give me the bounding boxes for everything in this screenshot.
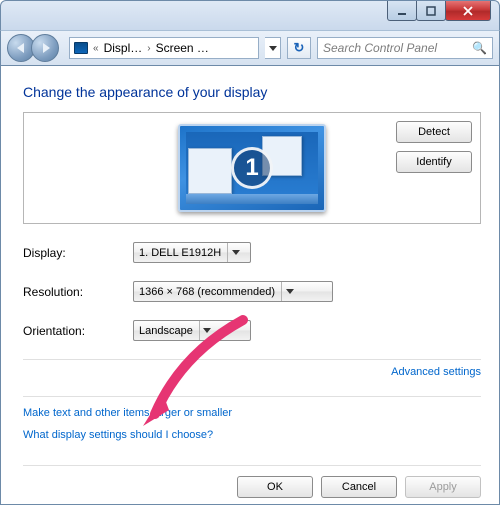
window-titlebar bbox=[0, 0, 500, 30]
orientation-combo-value: Landscape bbox=[139, 325, 193, 337]
chevron-down-icon bbox=[232, 250, 240, 255]
resolution-combo-value: 1366 × 768 (recommended) bbox=[139, 286, 275, 298]
detect-button[interactable]: Detect bbox=[396, 121, 472, 143]
resolution-label: Resolution: bbox=[23, 285, 133, 299]
resolution-combo-dropdown[interactable] bbox=[281, 282, 297, 301]
back-icon bbox=[17, 43, 24, 53]
orientation-label: Orientation: bbox=[23, 324, 133, 338]
control-panel-icon bbox=[74, 42, 88, 54]
monitor-thumbnail[interactable]: 1 bbox=[178, 124, 326, 212]
orientation-combo-dropdown[interactable] bbox=[199, 321, 215, 340]
dialog-button-row: OK Cancel Apply bbox=[23, 465, 481, 498]
breadcrumb-sep: « bbox=[92, 43, 100, 54]
advanced-settings-link[interactable]: Advanced settings bbox=[23, 366, 481, 378]
close-button[interactable] bbox=[445, 1, 491, 21]
maximize-icon bbox=[426, 6, 436, 16]
chevron-down-icon bbox=[286, 289, 294, 294]
divider bbox=[23, 359, 481, 360]
ok-button[interactable]: OK bbox=[237, 476, 313, 498]
display-combo-dropdown[interactable] bbox=[227, 243, 243, 262]
chevron-down-icon bbox=[203, 328, 211, 333]
refresh-icon: ↻ bbox=[294, 40, 305, 56]
display-combo-value: 1. DELL E1912H bbox=[139, 247, 221, 259]
monitor-number-badge: 1 bbox=[231, 147, 273, 189]
search-placeholder: Search Control Panel bbox=[323, 41, 437, 55]
display-combo[interactable]: 1. DELL E1912H bbox=[133, 242, 251, 263]
breadcrumb-current: Screen … bbox=[156, 41, 209, 55]
forward-button[interactable] bbox=[31, 34, 59, 62]
search-icon: 🔍 bbox=[472, 41, 487, 55]
client-area: Change the appearance of your display 1 … bbox=[0, 66, 500, 505]
minimize-button[interactable] bbox=[387, 1, 417, 21]
forward-icon bbox=[43, 43, 50, 53]
orientation-combo[interactable]: Landscape bbox=[133, 320, 251, 341]
maximize-button[interactable] bbox=[416, 1, 446, 21]
chevron-down-icon bbox=[269, 46, 277, 51]
navigation-bar: « Displ… › Screen … ↻ Search Control Pan… bbox=[0, 30, 500, 66]
text-size-link[interactable]: Make text and other items larger or smal… bbox=[23, 407, 481, 419]
page-title: Change the appearance of your display bbox=[23, 84, 481, 100]
refresh-button[interactable]: ↻ bbox=[287, 37, 311, 59]
cancel-button[interactable]: Cancel bbox=[321, 476, 397, 498]
minimize-icon bbox=[397, 6, 407, 16]
chevron-right-icon: › bbox=[146, 43, 151, 54]
close-icon bbox=[462, 6, 474, 16]
address-dropdown[interactable] bbox=[265, 37, 281, 59]
apply-button: Apply bbox=[405, 476, 481, 498]
search-input[interactable]: Search Control Panel 🔍 bbox=[317, 37, 493, 59]
address-bar[interactable]: « Displ… › Screen … bbox=[69, 37, 259, 59]
nav-arrow-group bbox=[7, 34, 63, 62]
resolution-combo[interactable]: 1366 × 768 (recommended) bbox=[133, 281, 333, 302]
divider bbox=[23, 396, 481, 397]
identify-button[interactable]: Identify bbox=[396, 151, 472, 173]
breadcrumb-parent[interactable]: Displ… bbox=[104, 41, 143, 55]
help-link[interactable]: What display settings should I choose? bbox=[23, 429, 481, 441]
display-preview-box: 1 Detect Identify bbox=[23, 112, 481, 224]
display-label: Display: bbox=[23, 246, 133, 260]
